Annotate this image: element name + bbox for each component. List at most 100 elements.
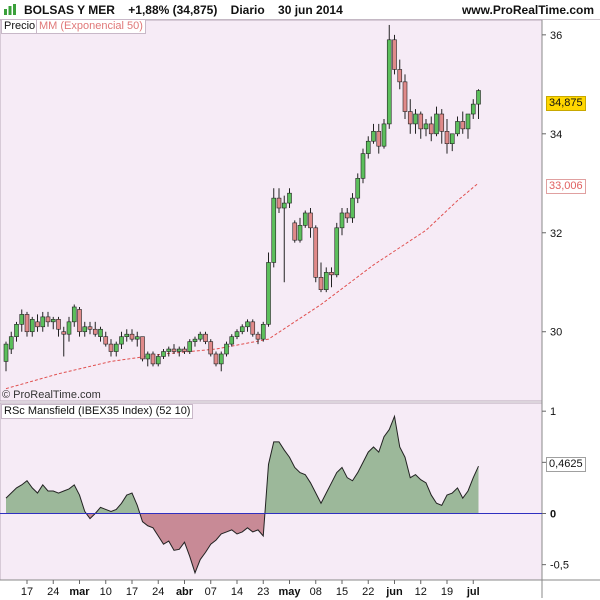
- candle-body: [113, 343, 119, 352]
- candle-body: [98, 328, 103, 337]
- candle-body: [82, 326, 88, 333]
- candle-body: [203, 333, 208, 342]
- candle-body: [381, 123, 387, 147]
- candle-body: [418, 113, 424, 130]
- rsc-value-label: 0,4625: [546, 457, 586, 472]
- chart-canvas: 3032343610-0,517 24 mar 10 17 24 abr 07 14 23 may 0…: [0, 19, 600, 598]
- ma-legend-label: MM (Exponencial 50): [36, 19, 146, 34]
- candle-body: [14, 324, 19, 337]
- x-tick-label: 17: [126, 586, 138, 598]
- x-tick-label: 12: [415, 586, 427, 598]
- candle-body: [192, 338, 198, 342]
- candle-body: [29, 319, 35, 333]
- x-tick-label: 24: [152, 586, 164, 598]
- candle-body: [239, 326, 245, 333]
- candle-body: [234, 331, 240, 337]
- candle-body: [260, 324, 266, 340]
- candle-body: [439, 113, 445, 132]
- candle-body: [71, 306, 77, 323]
- candle-body: [434, 113, 439, 135]
- price-y-tick-label: 36: [550, 30, 562, 42]
- candle-body: [208, 341, 214, 355]
- x-tick-label: 07: [205, 586, 217, 598]
- candle-body: [449, 133, 455, 145]
- candle-body: [161, 351, 166, 357]
- candle-body: [465, 113, 471, 130]
- candle-body: [250, 321, 256, 335]
- candle-body: [245, 321, 250, 328]
- x-tick-label: 08: [310, 586, 322, 598]
- candle-body: [119, 336, 124, 345]
- candle-body: [218, 353, 224, 365]
- candle-body: [407, 111, 413, 125]
- price-panel-bg: [0, 19, 543, 402]
- candle-body: [360, 153, 366, 179]
- candle-body: [92, 328, 98, 335]
- rsc-legend-label: RSc Mansfield (IBEX35 Index) (52 10): [1, 404, 194, 419]
- price-legend-label: Precio: [1, 19, 39, 34]
- x-tick-label: jul: [466, 586, 480, 598]
- candle-body: [19, 314, 25, 325]
- candle-body: [266, 262, 271, 325]
- ma-value-label: 33,006: [546, 179, 586, 194]
- candle-body: [323, 272, 329, 290]
- rsc-y-tick-label: 0: [550, 508, 556, 520]
- candle-body: [145, 353, 151, 360]
- candle-body: [423, 123, 429, 130]
- candle-body: [355, 178, 361, 199]
- watermark: © ProRealTime.com: [2, 389, 101, 401]
- candle-body: [413, 113, 418, 125]
- chart-window: BOLSAS Y MER +1,88% (34,875) Diario 30 j…: [0, 0, 600, 600]
- candle-body: [318, 276, 324, 290]
- candle-body: [129, 333, 135, 340]
- candle-body: [35, 321, 40, 328]
- candle-body: [287, 192, 292, 204]
- candle-body: [397, 69, 403, 83]
- candle-body: [166, 348, 172, 352]
- candle-body: [392, 39, 397, 70]
- candle-body: [297, 225, 303, 241]
- x-tick-label: 14: [231, 586, 243, 598]
- candle-body: [124, 333, 130, 337]
- candle-body: [45, 316, 51, 323]
- candle-body: [187, 341, 193, 352]
- candle-body: [61, 331, 67, 335]
- x-tick-label: 19: [441, 586, 453, 598]
- candle-body: [339, 212, 345, 229]
- candle-body: [313, 227, 319, 278]
- candle-body: [134, 336, 140, 340]
- candle-body: [197, 333, 203, 340]
- candle-body: [344, 212, 350, 219]
- price-y-tick-label: 30: [550, 327, 562, 339]
- x-tick-label: abr: [176, 586, 194, 598]
- candle-body: [77, 309, 82, 333]
- candle-body: [350, 197, 355, 219]
- candle-body: [329, 272, 334, 276]
- x-tick-label: mar: [69, 586, 90, 598]
- candle-body: [371, 131, 376, 142]
- candle-body: [386, 39, 392, 125]
- candle-body: [476, 90, 481, 105]
- candle-body: [171, 348, 177, 352]
- candle-body: [402, 81, 408, 112]
- candle-body: [108, 343, 114, 352]
- candle-body: [376, 131, 382, 147]
- candle-body: [155, 356, 161, 365]
- candle-body: [470, 103, 476, 115]
- candle-body: [255, 333, 261, 340]
- candle-body: [224, 343, 229, 355]
- price-y-tick-label: 32: [550, 228, 562, 240]
- candle-body: [292, 222, 298, 241]
- candle-body: [460, 121, 466, 130]
- candle-body: [229, 336, 235, 345]
- candle-body: [8, 336, 14, 350]
- x-tick-label: 22: [362, 586, 374, 598]
- candle-body: [444, 131, 450, 145]
- candle-body: [150, 353, 156, 365]
- candle-body: [365, 140, 371, 154]
- candle-body: [455, 121, 460, 135]
- candle-body: [281, 202, 287, 209]
- candle-body: [3, 343, 9, 362]
- candle-body: [176, 348, 182, 352]
- x-tick-label: 17: [21, 586, 33, 598]
